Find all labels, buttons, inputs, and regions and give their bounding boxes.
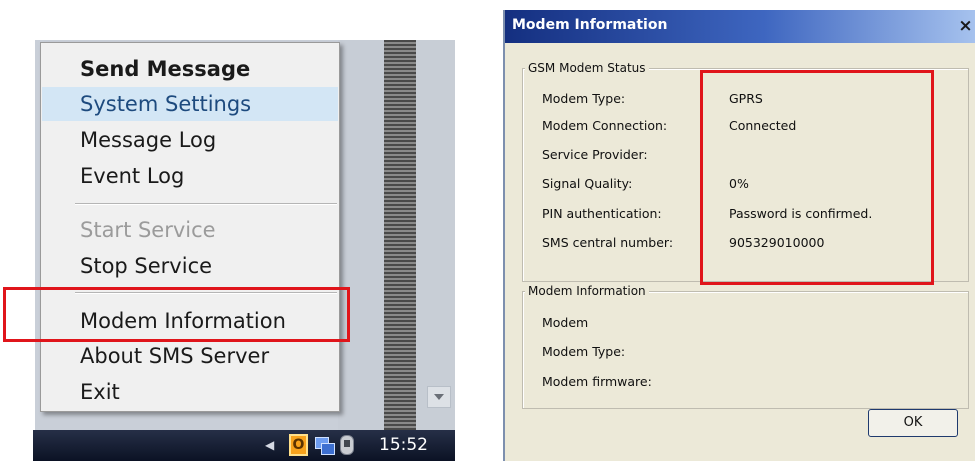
- taskbar: ◀ O 15:52: [33, 430, 455, 461]
- pin-authentication-label: PIN authentication:: [542, 206, 662, 221]
- modem-type-label: Modem Type:: [542, 91, 626, 106]
- menu-item-stop-service[interactable]: Stop Service: [42, 249, 338, 283]
- ok-button[interactable]: OK: [868, 409, 958, 437]
- scroll-down-arrow[interactable]: [427, 386, 451, 408]
- modem-firmware-label: Modem firmware:: [542, 374, 652, 389]
- office-tray-icon[interactable]: O: [289, 434, 308, 456]
- modem-connection-label: Modem Connection:: [542, 118, 668, 133]
- dialog-title: Modem Information: [512, 17, 668, 33]
- sms-central-number-label: SMS central number:: [542, 235, 674, 250]
- network-tray-icon[interactable]: [314, 435, 335, 455]
- service-provider-label: Service Provider:: [542, 147, 648, 162]
- show-hidden-icons-chevron-icon[interactable]: ◀: [265, 438, 274, 452]
- tray-menu-screenshot: Send Message System Settings Message Log…: [0, 0, 455, 461]
- menu-item-event-log[interactable]: Event Log: [42, 159, 338, 193]
- menu-item-system-settings[interactable]: System Settings: [42, 87, 338, 121]
- modem-info-type-label: Modem Type:: [542, 344, 626, 359]
- highlight-box-modem-information: [3, 287, 350, 342]
- highlight-box-status-values: [700, 70, 934, 285]
- grip-stripes: [384, 40, 416, 430]
- menu-item-message-log[interactable]: Message Log: [42, 123, 338, 157]
- menu-item-exit[interactable]: Exit: [42, 375, 338, 409]
- menu-separator: [75, 203, 337, 205]
- tray-context-menu: Send Message System Settings Message Log…: [40, 42, 340, 412]
- menu-item-start-service: Start Service: [80, 218, 216, 242]
- chevron-down-icon: [434, 394, 444, 400]
- menu-item-send-message[interactable]: Send Message: [42, 52, 338, 86]
- window-edge: [338, 40, 384, 430]
- taskbar-clock[interactable]: 15:52: [379, 435, 428, 455]
- gsm-modem-status-legend: GSM Modem Status: [525, 61, 649, 75]
- dialog-titlebar[interactable]: Modem Information ×: [505, 10, 975, 43]
- phone-tray-icon[interactable]: [340, 435, 354, 455]
- modem-information-legend: Modem Information: [525, 284, 649, 298]
- signal-quality-label: Signal Quality:: [542, 176, 633, 191]
- scrollbar-track[interactable]: [416, 40, 455, 430]
- menu-item-about-sms-server[interactable]: About SMS Server: [42, 339, 338, 373]
- close-button[interactable]: ×: [958, 18, 973, 35]
- modem-information-dialog: Modem Information × GSM Modem Status Mod…: [503, 10, 975, 461]
- modem-label: Modem: [542, 315, 589, 330]
